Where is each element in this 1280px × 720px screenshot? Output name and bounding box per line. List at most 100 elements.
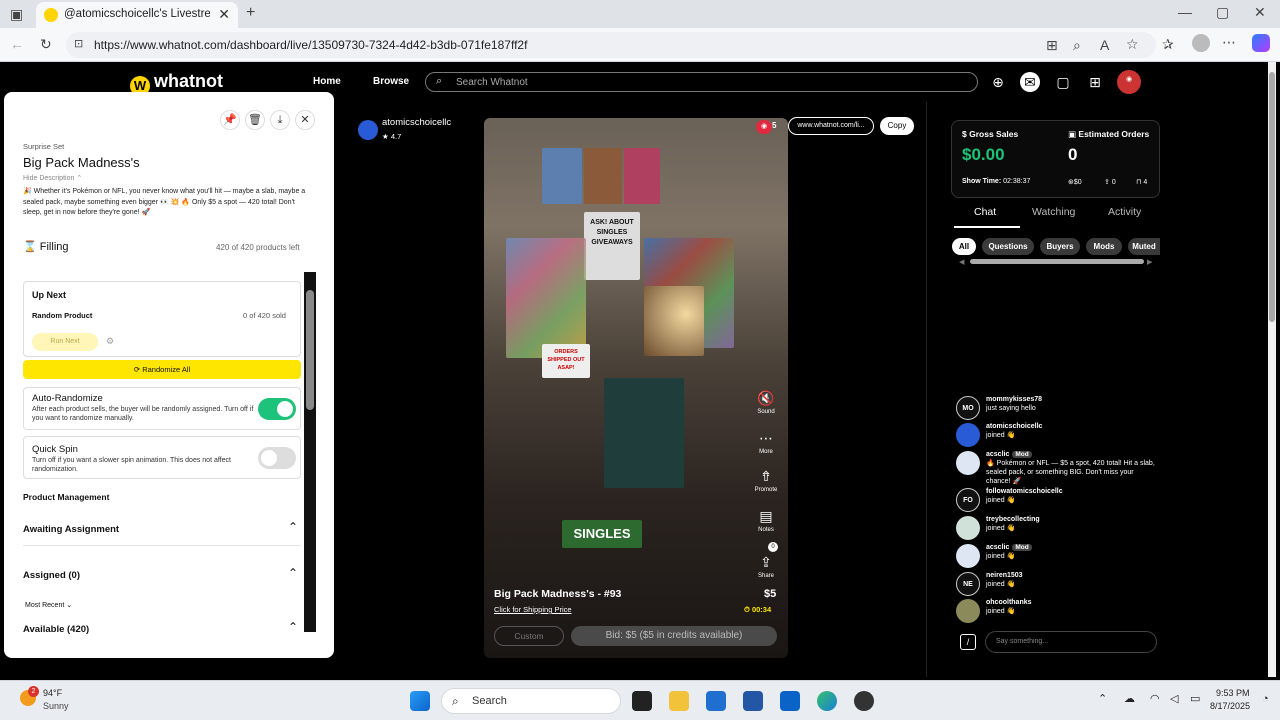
gift-icon[interactable]: ⊞	[1085, 72, 1105, 92]
awaiting-assignment-section[interactable]: Awaiting Assignment	[23, 524, 119, 535]
messages-icon[interactable]: ▢	[1053, 72, 1073, 92]
chevron-up-icon[interactable]: ⌃	[288, 520, 298, 534]
zoom-icon[interactable]: ⌕	[1073, 37, 1081, 54]
download-icon[interactable]: ⤓	[270, 110, 290, 130]
close-tab-icon[interactable]: ✕	[218, 6, 230, 23]
auto-randomize-toggle[interactable]	[258, 398, 296, 420]
chat-username[interactable]: ohcoolthanks	[986, 599, 1032, 606]
chat-username[interactable]: neiren1503	[986, 572, 1023, 579]
run-next-button[interactable]: Run Next	[32, 333, 98, 351]
close-icon[interactable]: ✕	[295, 110, 315, 130]
inbox-icon[interactable]: ✉	[1020, 72, 1040, 92]
sort-dropdown[interactable]: Most Recent ⌄	[25, 601, 72, 609]
profile-avatar-icon[interactable]	[1192, 34, 1210, 52]
windows-start-icon[interactable]	[410, 691, 430, 711]
chat-username[interactable]: acsclic Mod	[986, 451, 1032, 458]
favorites-icon[interactable]: ✰	[1162, 36, 1174, 53]
filter-scrollbar[interactable]	[970, 259, 1144, 264]
chevron-up-icon[interactable]: ⌃	[288, 620, 298, 634]
promote-button[interactable]: ⇮ Promote	[754, 468, 778, 493]
close-window-icon[interactable]: ✕	[1254, 4, 1266, 21]
scroll-left-icon[interactable]: ◀	[959, 258, 964, 266]
new-tab-icon[interactable]: +	[246, 4, 255, 22]
copy-link-button[interactable]: Copy	[880, 117, 914, 135]
notifications-icon[interactable]: ◔	[1262, 693, 1269, 705]
app-icon[interactable]	[743, 691, 763, 711]
livestream-video[interactable]: ASK! ABOUT SINGLES GIVEAWAYS ORDERS SHIP…	[484, 118, 788, 658]
tab-actions-icon[interactable]: ▣	[10, 6, 23, 23]
app-icon[interactable]	[854, 691, 874, 711]
assigned-section[interactable]: Assigned (0)	[23, 570, 80, 581]
chat-username[interactable]: treybecollecting	[986, 516, 1040, 523]
quick-spin-toggle[interactable]	[258, 447, 296, 469]
settings-more-icon[interactable]: ⋯	[1222, 34, 1236, 51]
favorite-star-icon[interactable]: ☆	[1126, 36, 1139, 53]
tab-chat[interactable]: Chat	[974, 206, 996, 218]
available-section[interactable]: Available (420)	[23, 624, 89, 635]
chat-username[interactable]: mommykisses78	[986, 396, 1042, 403]
share-link-field[interactable]: www.whatnot.com/li...	[788, 117, 874, 135]
avatar[interactable]	[956, 516, 980, 540]
sound-button[interactable]: 🔇 Sound	[754, 390, 778, 415]
filter-buyers[interactable]: Buyers	[1040, 238, 1080, 255]
shipping-link[interactable]: Click for Shipping Price	[494, 605, 572, 614]
task-view-icon[interactable]	[632, 691, 652, 711]
delete-icon[interactable]: 🗑	[245, 110, 265, 130]
scroll-right-icon[interactable]: ▶	[1147, 258, 1152, 266]
pin-icon[interactable]: 📌	[220, 110, 240, 130]
tab-watching[interactable]: Watching	[1032, 206, 1075, 218]
avatar[interactable]	[956, 423, 980, 447]
tab-activity[interactable]: Activity	[1108, 206, 1141, 218]
minimize-icon[interactable]: —	[1178, 4, 1192, 20]
search-input[interactable]: ⌕ Search Whatnot	[425, 72, 978, 92]
filter-questions[interactable]: Questions	[982, 238, 1034, 255]
avatar[interactable]	[956, 599, 980, 623]
file-explorer-icon[interactable]	[669, 691, 689, 711]
clock-time[interactable]: 9:53 PM	[1216, 688, 1250, 698]
avatar[interactable]: FO	[956, 488, 980, 512]
copilot-icon[interactable]	[1252, 34, 1270, 52]
account-avatar-icon[interactable]: ◉	[1117, 70, 1141, 94]
nav-browse[interactable]: Browse	[373, 76, 409, 87]
settings-gear-icon[interactable]: ⚙	[106, 336, 114, 347]
filter-muted[interactable]: Muted	[1128, 238, 1160, 255]
host-name[interactable]: atomicschoicellc	[382, 117, 451, 128]
randomize-all-button[interactable]: ⟳ Randomize All	[23, 360, 301, 379]
nav-home[interactable]: Home	[313, 76, 341, 87]
bid-button[interactable]: Bid: $5 ($5 in credits available)	[571, 626, 777, 646]
page-scrollbar-thumb[interactable]	[1269, 72, 1275, 322]
outlook-icon[interactable]	[780, 691, 800, 711]
battery-icon[interactable]: ▭	[1190, 692, 1200, 705]
chat-username[interactable]: atomicschoicellc	[986, 423, 1042, 430]
avatar[interactable]	[956, 544, 980, 568]
back-icon[interactable]: ←	[10, 36, 24, 52]
chat-input[interactable]: Say something...	[985, 631, 1157, 653]
read-aloud-icon[interactable]: A	[1100, 37, 1109, 53]
avatar[interactable]: NE	[956, 572, 980, 596]
filter-mods[interactable]: Mods	[1086, 238, 1122, 255]
network-icon[interactable]: ☁	[1124, 692, 1135, 705]
notes-button[interactable]: ▤ Notes	[754, 508, 778, 533]
scrollbar-thumb[interactable]	[306, 290, 314, 410]
taskbar-search[interactable]: ⌕ Search	[441, 688, 621, 714]
chevron-up-icon[interactable]: ⌃	[288, 566, 298, 580]
avatar[interactable]	[956, 451, 980, 475]
avatar[interactable]: MO	[956, 396, 980, 420]
edge-icon[interactable]	[817, 691, 837, 711]
wifi-icon[interactable]: ◠	[1150, 692, 1160, 705]
browser-tab[interactable]: @atomicschoicellc's Livestream o ✕	[36, 2, 238, 28]
app-available-icon[interactable]: ⊞	[1046, 37, 1058, 54]
command-icon[interactable]: /	[960, 634, 976, 650]
chat-username[interactable]: followatomicschoicellc	[986, 488, 1063, 495]
more-button[interactable]: ⋯ More	[754, 430, 778, 455]
volume-icon[interactable]: ◁	[1170, 692, 1178, 705]
chat-username[interactable]: acsclic Mod	[986, 544, 1032, 551]
clock-date[interactable]: 8/17/2025	[1210, 701, 1250, 711]
host-avatar[interactable]	[358, 120, 378, 140]
share-button[interactable]: ⇪ Share	[754, 554, 778, 579]
url-field[interactable]: ⊡ https://www.whatnot.com/dashboard/live…	[66, 32, 1156, 58]
site-info-icon[interactable]: ⊡	[74, 37, 83, 50]
maximize-icon[interactable]: ▢	[1216, 4, 1229, 21]
custom-bid-button[interactable]: Custom	[494, 626, 564, 646]
filter-all[interactable]: All	[952, 238, 976, 255]
